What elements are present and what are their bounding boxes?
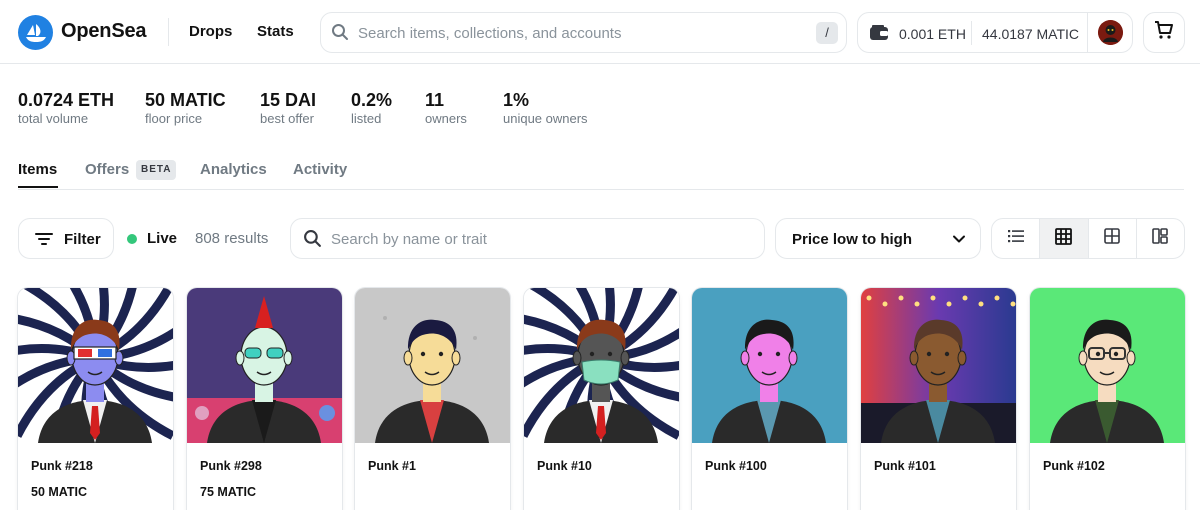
filter-icon xyxy=(35,231,53,252)
stat-label: total volume xyxy=(18,111,89,126)
header-divider xyxy=(168,18,169,46)
search-shortcut-key: / xyxy=(816,22,838,44)
sort-label: Price low to high xyxy=(792,231,913,248)
tab-activity[interactable]: Activity xyxy=(293,161,347,178)
view-grid-large-button[interactable] xyxy=(1137,219,1184,258)
nft-card[interactable]: Punk #1 xyxy=(355,288,510,510)
list-view-icon xyxy=(1007,228,1025,249)
stat-total-volume: 0.0724 ETH total volume xyxy=(18,89,114,126)
profile-avatar[interactable] xyxy=(1098,20,1123,45)
opensea-logo-icon[interactable] xyxy=(18,15,53,50)
stat-value: 15 DAI xyxy=(260,90,317,110)
search-icon xyxy=(303,229,322,253)
nft-image[interactable] xyxy=(18,288,173,443)
view-list-button[interactable] xyxy=(992,219,1041,258)
stat-value: 0.0724 ETH xyxy=(18,90,115,110)
nft-image[interactable] xyxy=(355,288,510,443)
live-status-dot-icon xyxy=(127,234,137,244)
nft-name: Punk #1 xyxy=(368,459,416,473)
global-search-input[interactable]: Search items, collections, and accounts … xyxy=(320,12,847,53)
nft-name: Punk #100 xyxy=(705,459,767,473)
nft-image[interactable] xyxy=(524,288,679,443)
stat-label: best offer xyxy=(260,111,314,126)
filter-button[interactable]: Filter xyxy=(18,218,114,259)
active-tab-indicator xyxy=(18,186,58,188)
nft-card[interactable]: Punk #10 xyxy=(524,288,679,510)
cart-icon xyxy=(1154,20,1174,45)
stat-value: 0.2% xyxy=(351,90,393,110)
nft-card[interactable]: Punk #102 xyxy=(1030,288,1185,510)
nft-card[interactable]: Punk #218 50 MATIC xyxy=(18,288,173,510)
nav-drops[interactable]: Drops xyxy=(189,23,232,40)
stat-best-offer: 15 DAI best offer xyxy=(260,89,316,126)
wallet-balance[interactable]: 0.001 ETH 44.0187 MATIC xyxy=(857,12,1133,53)
nft-image[interactable] xyxy=(861,288,1016,443)
wallet-divider xyxy=(971,21,972,45)
nav-stats[interactable]: Stats xyxy=(257,23,294,40)
global-search-placeholder: Search items, collections, and accounts xyxy=(358,25,622,42)
view-mode-toggle xyxy=(991,218,1185,259)
grid-small-icon xyxy=(1055,227,1073,250)
tabs-divider xyxy=(18,189,1184,190)
nft-card[interactable]: Punk #100 xyxy=(692,288,847,510)
nft-image[interactable] xyxy=(692,288,847,443)
tab-analytics[interactable]: Analytics xyxy=(200,161,267,178)
stat-floor-price: 50 MATIC floor price xyxy=(145,89,226,126)
stat-label: unique owners xyxy=(503,111,588,126)
wallet-divider xyxy=(1087,13,1088,52)
nft-image[interactable] xyxy=(187,288,342,443)
eth-balance: 0.001 ETH xyxy=(899,26,966,42)
nft-name: Punk #102 xyxy=(1043,459,1105,473)
nft-price: 50 MATIC xyxy=(31,485,88,499)
grid-large-icon xyxy=(1152,228,1169,249)
filter-label: Filter xyxy=(64,231,101,248)
stat-label: listed xyxy=(351,111,382,126)
stat-unique-owners: 1% unique owners xyxy=(503,89,588,126)
grid-medium-icon xyxy=(1104,228,1120,249)
nft-name: Punk #298 xyxy=(200,459,262,473)
tab-items[interactable]: Items xyxy=(18,161,57,178)
cart-button[interactable] xyxy=(1143,12,1185,53)
nft-image[interactable] xyxy=(1030,288,1185,443)
beta-badge: BETA xyxy=(136,160,177,180)
sort-dropdown[interactable]: Price low to high xyxy=(775,218,981,259)
wallet-icon xyxy=(869,24,889,47)
view-grid-medium-button[interactable] xyxy=(1089,219,1137,258)
nft-card[interactable]: Punk #101 xyxy=(861,288,1016,510)
stat-label: floor price xyxy=(145,111,203,126)
item-search-placeholder: Search by name or trait xyxy=(331,231,487,248)
stat-listed: 0.2% listed xyxy=(351,89,392,126)
nft-name: Punk #10 xyxy=(537,459,592,473)
view-grid-small-button[interactable] xyxy=(1040,219,1089,258)
item-search-input[interactable]: Search by name or trait xyxy=(290,218,765,259)
nft-name: Punk #101 xyxy=(874,459,936,473)
top-header: OpenSea Drops Stats Search items, collec… xyxy=(0,0,1200,64)
stat-label: owners xyxy=(425,111,467,126)
stat-value: 50 MATIC xyxy=(145,90,226,110)
nft-price: 75 MATIC xyxy=(200,485,257,499)
matic-balance: 44.0187 MATIC xyxy=(982,26,1080,42)
stat-value: 11 xyxy=(425,90,445,110)
brand-name[interactable]: OpenSea xyxy=(61,20,147,43)
chevron-down-icon xyxy=(952,232,966,251)
search-icon xyxy=(331,23,349,46)
stat-owners: 11 owners xyxy=(425,89,467,126)
results-count: 808 results xyxy=(195,230,269,247)
live-label: Live xyxy=(147,230,178,247)
nft-name: Punk #218 xyxy=(31,459,93,473)
nft-card[interactable]: Punk #298 75 MATIC xyxy=(187,288,342,510)
tab-offers[interactable]: Offers xyxy=(85,161,129,178)
stat-value: 1% xyxy=(503,90,530,110)
